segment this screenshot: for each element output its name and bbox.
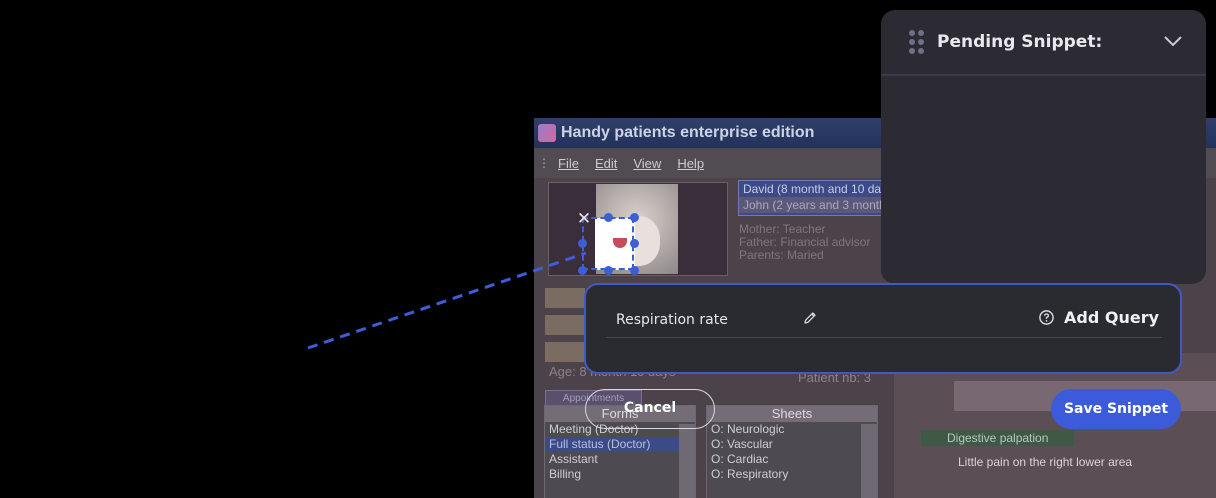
pending-snippet-header: Pending Snippet: <box>881 10 1206 76</box>
connector-dash <box>307 251 587 350</box>
pending-snippet-title: Pending Snippet: <box>937 32 1103 52</box>
chevron-down-icon[interactable] <box>1163 34 1183 48</box>
pencil-icon[interactable] <box>802 310 818 326</box>
query-card: Respiration rate Add Query <box>584 283 1182 374</box>
add-query-button[interactable]: Add Query <box>1038 308 1159 327</box>
pending-snippet-panel: Pending Snippet: <box>881 10 1206 284</box>
query-label[interactable]: Respiration rate <box>616 312 728 328</box>
help-circle-icon <box>1039 310 1054 325</box>
query-underline <box>606 337 1162 338</box>
cancel-button[interactable]: Cancel <box>585 389 715 429</box>
add-query-label: Add Query <box>1064 308 1160 327</box>
drag-handle-icon[interactable] <box>909 30 925 56</box>
save-snippet-button[interactable]: Save Snippet <box>1051 389 1181 429</box>
